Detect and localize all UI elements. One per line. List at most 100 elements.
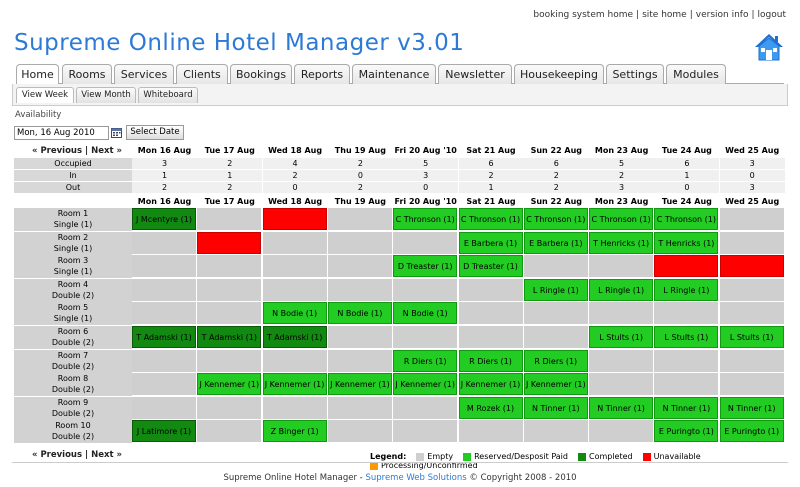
booking-cell[interactable] [719,231,784,254]
next-week-link[interactable]: Next » [91,450,122,460]
booking-cell[interactable] [197,255,262,278]
booking-cell[interactable]: J Kennemer (1) [458,373,523,396]
site-home-link[interactable]: site home [642,10,687,20]
booking-cell[interactable] [262,349,327,372]
booking-cell[interactable] [327,231,392,254]
booking-cell[interactable] [589,420,654,443]
booking-cell[interactable]: N Tinner (1) [523,396,588,419]
booking-cell[interactable]: R Diers (1) [458,349,523,372]
booking-cell[interactable] [654,373,719,396]
booking-cell[interactable] [327,278,392,301]
booking-cell[interactable]: L Ringle (1) [589,278,654,301]
booking-cell[interactable] [132,373,196,396]
booking-cell[interactable] [589,255,654,278]
booking-cell[interactable] [132,302,196,325]
booking-cell[interactable] [197,349,262,372]
booking-cell[interactable] [458,302,523,325]
booking-cell[interactable]: E Barbera (1) [458,231,523,254]
booking-cell[interactable]: T Henricks (1) [589,231,654,254]
booking-cell[interactable]: J Mcentyre (1) [132,208,196,230]
booking-cell[interactable]: J Kennemer (1) [523,373,588,396]
select-date-button[interactable]: Select Date [126,125,184,140]
booking-cell[interactable]: C Thronson (1) [523,208,588,230]
booking-cell[interactable]: J Kennemer (1) [327,373,392,396]
booking-cell[interactable]: C Thronson (1) [393,208,458,230]
booking-cell[interactable]: D Treaster (1) [458,255,523,278]
booking-cell[interactable] [589,373,654,396]
booking-system-home-link[interactable]: booking system home [533,10,633,20]
booking-cell[interactable] [262,231,327,254]
booking-cell[interactable]: T Henricks (1) [654,231,719,254]
booking-cell[interactable] [393,231,458,254]
booking-cell[interactable] [197,278,262,301]
booking-cell[interactable] [197,208,262,230]
booking-cell[interactable] [393,420,458,443]
footer-company-link[interactable]: Supreme Web Solutions [365,473,466,483]
booking-cell[interactable]: C Thronson (1) [458,208,523,230]
booking-cell[interactable] [523,255,588,278]
booking-cell[interactable]: L Stults (1) [654,326,719,348]
booking-cell[interactable] [393,278,458,301]
booking-cell[interactable] [197,420,262,443]
booking-cell[interactable]: E Puringto (1) [654,420,719,443]
booking-cell[interactable]: J Kennemer (1) [393,373,458,396]
booking-cell[interactable]: M Rozek (1) [458,396,523,419]
next-week-link[interactable]: Next » [91,146,122,156]
booking-cell[interactable] [589,302,654,325]
booking-cell[interactable]: J Latimore (1) [132,420,196,443]
subtab-view-month[interactable]: View Month [76,87,136,103]
booking-cell[interactable]: L Stults (1) [589,326,654,348]
booking-cell[interactable]: T Adamski (1) [262,326,327,348]
booking-cell[interactable] [132,349,196,372]
booking-cell[interactable] [393,396,458,419]
booking-cell[interactable] [262,278,327,301]
booking-cell[interactable]: Z Binger (1) [262,420,327,443]
booking-cell[interactable]: N Tinner (1) [589,396,654,419]
booking-cell[interactable] [458,278,523,301]
booking-cell[interactable] [393,326,458,348]
booking-cell[interactable]: C Thronson (1) [589,208,654,230]
booking-cell[interactable] [719,278,784,301]
booking-cell[interactable] [523,326,588,348]
booking-cell[interactable]: N Tinner (1) [719,396,784,419]
booking-cell[interactable]: J Kennemer (1) [262,373,327,396]
subtab-whiteboard[interactable]: Whiteboard [138,87,198,103]
booking-cell[interactable]: E Barbera (1) [523,231,588,254]
booking-cell[interactable] [719,255,784,278]
tab-settings[interactable]: Settings [606,64,664,84]
booking-cell[interactable] [262,208,327,230]
tab-modules[interactable]: Modules [666,64,726,84]
booking-cell[interactable] [197,396,262,419]
subtab-view-week[interactable]: View Week [16,87,74,103]
booking-cell[interactable]: T Adamski (1) [197,326,262,348]
tab-newsletter[interactable]: Newsletter [438,64,512,84]
booking-cell[interactable]: R Diers (1) [523,349,588,372]
booking-cell[interactable]: L Ringle (1) [654,278,719,301]
booking-cell[interactable] [327,326,392,348]
booking-cell[interactable] [589,349,654,372]
booking-cell[interactable]: T Adamski (1) [132,326,196,348]
booking-cell[interactable]: L Ringle (1) [523,278,588,301]
booking-cell[interactable]: L Stults (1) [719,326,784,348]
booking-cell[interactable] [719,349,784,372]
booking-cell[interactable] [327,396,392,419]
booking-cell[interactable] [719,208,784,230]
booking-cell[interactable]: C Thronson (1) [654,208,719,230]
booking-cell[interactable] [262,396,327,419]
booking-cell[interactable] [458,326,523,348]
booking-cell[interactable] [197,231,262,254]
booking-cell[interactable] [327,255,392,278]
booking-cell[interactable] [458,420,523,443]
booking-cell[interactable]: J Kennemer (1) [197,373,262,396]
booking-cell[interactable]: N Bodie (1) [262,302,327,325]
booking-cell[interactable] [719,373,784,396]
booking-cell[interactable]: N Bodie (1) [327,302,392,325]
booking-cell[interactable] [262,255,327,278]
booking-cell[interactable] [654,349,719,372]
booking-cell[interactable]: N Tinner (1) [654,396,719,419]
tab-rooms[interactable]: Rooms [62,64,112,84]
booking-cell[interactable] [132,396,196,419]
booking-cell[interactable] [523,302,588,325]
previous-week-link[interactable]: « Previous [32,146,82,156]
tab-housekeeping[interactable]: Housekeeping [514,64,604,84]
